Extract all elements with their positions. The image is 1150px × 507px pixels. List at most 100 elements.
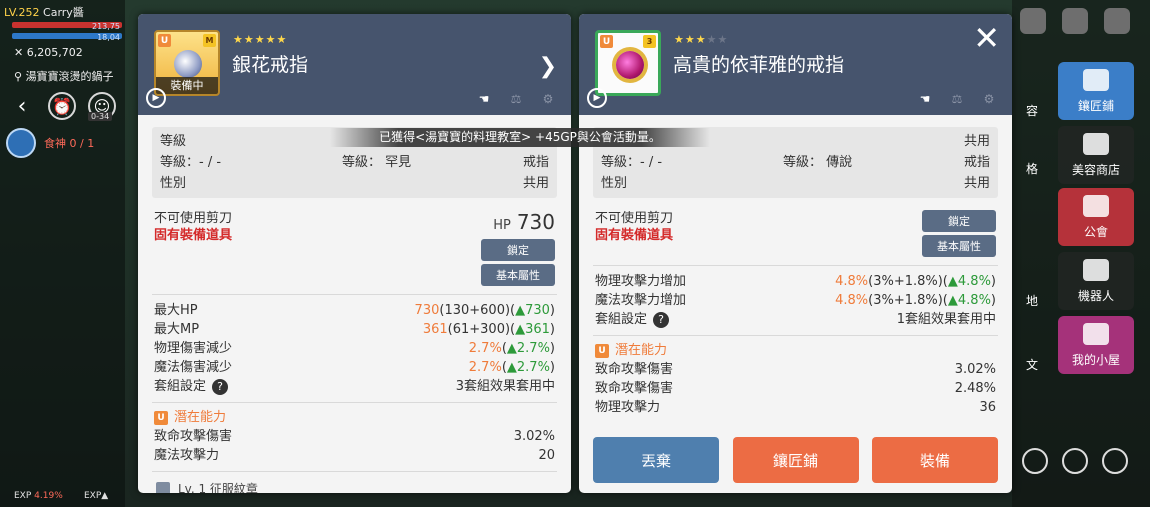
stat-label: 魔法攻擊力增加	[595, 293, 687, 308]
back-arrow-icon[interactable]: ‹	[8, 92, 36, 120]
guild-notice-banner: 已獲得<湯寶寶的料理教室> +45GP與公會活動量。	[330, 128, 710, 147]
character-level: LV.252 Carry醬	[4, 4, 84, 20]
lock-button[interactable]: 鎖定	[481, 239, 555, 261]
menu-tile-robot[interactable]: 機器人	[1058, 252, 1134, 310]
item-body: 共用 等級：- / - 等級： 傳說 戒指 性別 共用 不可使用剪刀 固有裝備道…	[579, 115, 1012, 423]
set-value: 1套組效果套用中	[896, 312, 996, 327]
menu-tile-my-home[interactable]: 我的小屋	[1058, 316, 1134, 374]
menu-partial-label[interactable]: 格	[1026, 160, 1038, 177]
set-effect-row: 套組設定? 1套組效果套用中	[595, 310, 996, 329]
hp-bar: 213,75	[12, 22, 122, 31]
stat-gain: ▲4.8%	[947, 274, 991, 289]
ring-gem-icon	[174, 50, 202, 78]
settings-gear-icon[interactable]	[1102, 448, 1128, 474]
meso-value: 6,205,702	[26, 46, 83, 59]
menu-partial-label[interactable]: 文	[1026, 356, 1038, 373]
play-icon[interactable]: ▶	[146, 88, 166, 108]
item-properties: 不可使用剪刀 固有裝備道具 鎖定 基本屬性	[593, 198, 998, 266]
scale-icon[interactable]: ⚖	[505, 89, 527, 109]
set-effect-row: 套組設定? 3套組效果套用中	[154, 377, 555, 396]
left-hud-panel: LV.252 Carry醬 213,75 18,04 ✕ 6,205,702 ⚲…	[0, 0, 125, 507]
stat-gain: ▲2.7%	[506, 360, 550, 375]
alarm-clock-icon[interactable]: ⏰	[48, 92, 76, 120]
emblem-icon	[156, 481, 170, 493]
potential-label: 致命攻擊傷害	[154, 429, 233, 444]
potential-row: 致命攻擊傷害 3.02%	[154, 427, 555, 446]
play-icon[interactable]: ▶	[587, 88, 607, 108]
gear-lock-icon[interactable]: ⚙	[537, 89, 559, 109]
menu-tile-label: 美容商店	[1071, 163, 1120, 177]
switch-icon[interactable]	[1062, 448, 1088, 474]
menu-partial-label[interactable]: 容	[1026, 102, 1038, 119]
potential-title-text: 潛在能力	[174, 410, 227, 425]
close-icon[interactable]: ✕	[973, 22, 1000, 54]
equip-button[interactable]: 裝備	[872, 437, 998, 483]
stat-row: 物理傷害減少 2.7%(▲2.7%)	[154, 339, 555, 358]
stat-value: 4.8%	[835, 274, 869, 289]
bottom-right-icons	[1022, 448, 1128, 474]
hp-summary: HP 730	[493, 210, 555, 234]
level-range: 等級：- / -	[601, 155, 663, 170]
stat-tail: )	[549, 360, 555, 375]
quest-tracker[interactable]: 食神 0 / 1	[6, 128, 94, 158]
discard-button[interactable]: 丟棄	[593, 437, 719, 483]
help-icon[interactable]: ?	[212, 378, 229, 395]
hand-icon[interactable]: ☚	[473, 89, 495, 109]
potential-row: 物理攻擊力 36	[595, 398, 996, 417]
hand-icon[interactable]: ☚	[914, 89, 936, 109]
hp-value: 730	[516, 210, 555, 234]
stat-label: 物理攻擊力增加	[595, 274, 687, 289]
potential-row: 致命攻擊傷害 2.48%	[595, 379, 996, 398]
auto-battle-icon[interactable]	[1022, 448, 1048, 474]
house-icon	[1083, 323, 1109, 345]
unique-equip-text: 固有裝備道具	[154, 228, 233, 243]
potential-section: U 潛在能力 致命攻擊傷害 3.02% 致命攻擊傷害 2.48% 物理攻擊力 36	[593, 336, 998, 423]
menu-partial-label[interactable]: 地	[1026, 292, 1038, 309]
item-properties: 不可使用剪刀 固有裝備道具 HP 730 鎖定 基本屬性	[152, 198, 557, 295]
stat-gain: ▲730	[515, 303, 550, 318]
base-attributes-button[interactable]: 基本屬性	[481, 264, 555, 286]
potential-label: 物理攻擊力	[595, 400, 661, 415]
stat-detail: (3%+1.8%)(	[868, 274, 948, 289]
exp-boost-label: EXP▲	[84, 491, 109, 501]
unique-equip-text: 固有裝備道具	[595, 228, 674, 243]
stat-detail: (130+600)(	[439, 303, 516, 318]
community-icon[interactable]	[1062, 8, 1088, 34]
gender-label: 性別	[601, 176, 628, 191]
stat-tail: )	[990, 274, 996, 289]
stat-tail: )	[990, 293, 996, 308]
exp-value: 4.19%	[34, 491, 63, 501]
lock-button[interactable]: 鎖定	[922, 210, 996, 232]
menu-tile-label: 機器人	[1077, 289, 1114, 303]
gender-value: 共用	[522, 176, 549, 191]
emblem-text: Lv. 1 征服紋章	[178, 482, 258, 493]
menu-tile-label: 公會	[1083, 225, 1108, 239]
base-attributes-button[interactable]: 基本屬性	[922, 235, 996, 257]
star-rating: ★★★★★	[674, 33, 728, 46]
meso-display: ✕ 6,205,702	[14, 46, 83, 59]
menu-icon[interactable]	[1104, 8, 1130, 34]
set-value: 3套組效果套用中	[455, 379, 555, 394]
potential-grade-badge: U	[154, 411, 168, 425]
scale-icon[interactable]: ⚖	[946, 89, 968, 109]
mail-icon[interactable]	[1020, 8, 1046, 34]
chevron-right-icon[interactable]: ❯	[539, 54, 557, 79]
emblem-row: Lv. 1 征服紋章	[152, 472, 557, 493]
info-row: 性別 共用	[160, 173, 549, 194]
level-label: 等級	[160, 134, 187, 149]
rarity-label: 等級： 傳說	[783, 155, 853, 170]
help-icon[interactable]: ?	[653, 311, 670, 328]
gear-lock-icon[interactable]: ⚙	[978, 89, 1000, 109]
smith-button[interactable]: 鑲匠鋪	[732, 437, 859, 483]
quest-icon[interactable]	[6, 128, 36, 158]
menu-tile-beauty-shop[interactable]: 美容商店	[1058, 126, 1134, 184]
menu-tile-smith[interactable]: 鑲匠鋪	[1058, 62, 1134, 120]
item-header: U 3 ▶ ★★★★★ 高貴的依菲雅的戒指 ✕ ☚ ⚖ ⚙	[579, 14, 1012, 115]
no-scissors-text: 不可使用剪刀	[154, 211, 233, 226]
stat-label: 物理傷害減少	[154, 341, 233, 356]
item-name: 銀花戒指	[232, 54, 309, 76]
menu-tile-guild[interactable]: 公會	[1058, 188, 1134, 246]
ring-gem-icon	[616, 51, 644, 79]
map-name: ⚲ 湯寶寶滾燙的鍋子	[14, 70, 114, 83]
stat-value: 2.7%	[468, 360, 502, 375]
